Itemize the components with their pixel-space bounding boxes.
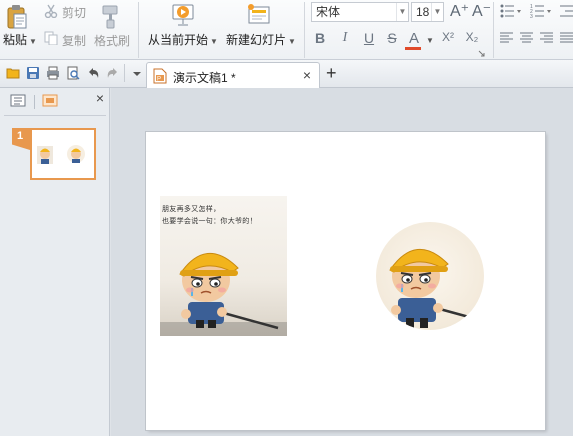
print-preview-icon[interactable] [66, 66, 80, 80]
picture-caption-line2: 也要学会说一句：你大爷的！ [162, 217, 257, 225]
font-size-value: 18 [416, 5, 430, 19]
cut-button[interactable]: 剪切 [62, 4, 86, 21]
redo-icon[interactable] [106, 66, 120, 80]
font-color-button[interactable]: A [405, 30, 423, 47]
svg-text:P: P [157, 77, 161, 83]
new-slide-button[interactable]: 新建幻灯片 ▼ [226, 31, 296, 48]
bold-button[interactable]: B [311, 30, 329, 46]
strikethrough-button[interactable]: S [383, 30, 401, 46]
chevron-down-icon: ▼ [431, 3, 443, 21]
align-right-icon[interactable] [540, 32, 554, 44]
font-name-select[interactable]: 宋体 ▼ [311, 2, 409, 22]
panel-divider [4, 115, 106, 116]
ribbon-separator [304, 2, 305, 58]
quick-access-bar: P 演示文稿1 * × + [0, 60, 573, 88]
slide-thumbnail-preview [37, 145, 85, 164]
slide-thumbnail[interactable] [30, 128, 96, 180]
panel-tabs: × [0, 88, 110, 116]
bullet-list-icon[interactable] [500, 4, 522, 18]
chevron-down-icon: ▼ [288, 37, 296, 46]
undo-icon[interactable] [86, 66, 100, 80]
chevron-down-icon: ▼ [396, 3, 408, 21]
copy-button[interactable]: 复制 [62, 32, 86, 49]
new-slide-icon[interactable] [246, 2, 272, 28]
close-panel-icon[interactable]: × [96, 90, 104, 106]
align-left-icon[interactable] [500, 32, 514, 44]
align-center-icon[interactable] [520, 32, 534, 44]
chevron-down-icon[interactable]: ▼ [426, 36, 434, 45]
superscript-button[interactable]: X² [439, 30, 457, 44]
indent-icon[interactable] [560, 4, 573, 18]
tab-title: 演示文稿1 * [173, 71, 236, 85]
dialog-launcher-icon[interactable] [478, 50, 485, 57]
copy-icon[interactable] [44, 31, 58, 45]
close-tab-icon[interactable]: × [303, 67, 311, 83]
toolbar-separator [124, 64, 125, 82]
slide-picture-circle[interactable] [376, 222, 484, 330]
chevron-down-icon: ▼ [29, 37, 37, 46]
font-color-bar [405, 47, 421, 50]
slide-picture-square[interactable]: 朋友再多又怎样， 也要学会说一句：你大爷的！ [160, 196, 287, 336]
underline-button[interactable]: U [360, 30, 378, 46]
cartoon-character-illustration [389, 248, 481, 328]
open-folder-icon[interactable] [6, 66, 20, 80]
paste-button[interactable]: 粘贴 ▼ [3, 31, 37, 48]
slide-view-icon[interactable] [42, 93, 60, 109]
save-icon[interactable] [26, 66, 40, 80]
customize-quick-access-icon[interactable] [130, 66, 144, 80]
numbered-list-icon[interactable]: 1 2 3 [530, 4, 552, 18]
grow-font-button[interactable]: A⁺ [450, 1, 469, 21]
from-current-slide-button[interactable]: 从当前开始 ▼ [148, 31, 218, 48]
presentation-file-icon: P [153, 68, 167, 84]
italic-button[interactable]: I [336, 30, 354, 46]
outline-view-icon[interactable] [10, 93, 28, 109]
subscript-button[interactable]: X₂ [463, 30, 481, 44]
shrink-font-button[interactable]: A⁻ [472, 1, 491, 21]
font-size-select[interactable]: 18 ▼ [411, 2, 444, 22]
chevron-down-icon: ▼ [210, 37, 218, 46]
format-painter-button[interactable]: 格式刷 [94, 32, 130, 49]
ribbon-separator [493, 2, 494, 58]
font-name-value: 宋体 [316, 5, 341, 19]
justify-icon[interactable] [560, 32, 573, 44]
paste-icon[interactable] [6, 4, 28, 30]
panel-tab-separator [34, 95, 35, 109]
tab-document[interactable]: P 演示文稿1 * × [146, 62, 320, 88]
play-from-current-icon[interactable] [171, 2, 197, 28]
svg-text:3: 3 [530, 14, 533, 18]
cartoon-character-illustration [160, 252, 287, 336]
picture-caption-line1: 朋友再多又怎样， [162, 205, 221, 213]
new-tab-button[interactable]: + [326, 63, 337, 84]
format-painter-icon[interactable] [100, 4, 122, 30]
print-icon[interactable] [46, 66, 60, 80]
cut-icon[interactable] [44, 4, 58, 18]
ribbon-separator [138, 2, 139, 58]
ribbon: 粘贴 ▼ 剪切 复制 格式刷 从当前开始 ▼ 新建幻灯片 ▼ 宋体 ▼ 18 ▼… [0, 0, 573, 60]
